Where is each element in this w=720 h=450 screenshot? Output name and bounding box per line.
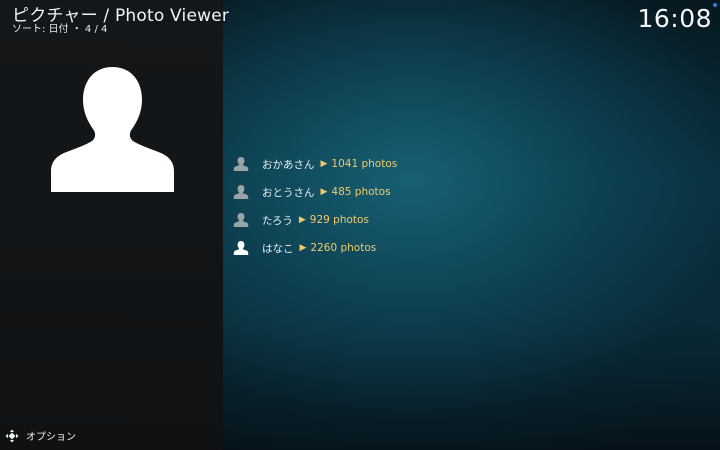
list-item[interactable]: たろう ▶ 929 photos <box>233 206 533 234</box>
options-label: オプション <box>26 432 76 443</box>
photo-count: 485 photos <box>331 186 391 198</box>
status-indicator <box>713 3 717 7</box>
list-item-selected[interactable]: はなこ ▶ 2260 photos <box>233 234 533 262</box>
play-arrow-icon: ▶ <box>298 215 306 225</box>
user-icon <box>233 185 249 199</box>
user-icon <box>233 241 249 255</box>
person-name: たろう <box>262 214 293 227</box>
list-item[interactable]: おとうさん ▶ 485 photos <box>233 178 533 206</box>
user-icon <box>233 213 249 227</box>
user-icon <box>233 157 249 171</box>
photo-viewer-screen: ピクチャー / Photo Viewer ソート: 日付 ・ 4 / 4 16:… <box>0 0 720 450</box>
photo-count: 929 photos <box>309 214 369 226</box>
person-name: おとうさん <box>262 186 315 199</box>
play-arrow-icon: ▶ <box>320 159 328 169</box>
sort-status: ソート: 日付 ・ 4 / 4 <box>12 24 108 35</box>
photo-count: 2260 photos <box>310 242 377 254</box>
options-dpad-icon <box>5 429 19 442</box>
play-arrow-icon: ▶ <box>320 187 328 197</box>
person-silhouette-icon <box>51 67 174 192</box>
photo-count: 1041 photos <box>331 158 398 170</box>
play-arrow-icon: ▶ <box>299 243 307 253</box>
list-item[interactable]: おかあさん ▶ 1041 photos <box>233 150 533 178</box>
person-list: おかあさん ▶ 1041 photos おとうさん ▶ 485 photos た… <box>233 150 533 262</box>
options-button[interactable]: オプション <box>5 428 76 443</box>
info-panel <box>0 0 223 450</box>
clock: 16:08 <box>637 4 712 33</box>
person-name: おかあさん <box>262 158 315 171</box>
person-name: はなこ <box>262 242 294 255</box>
